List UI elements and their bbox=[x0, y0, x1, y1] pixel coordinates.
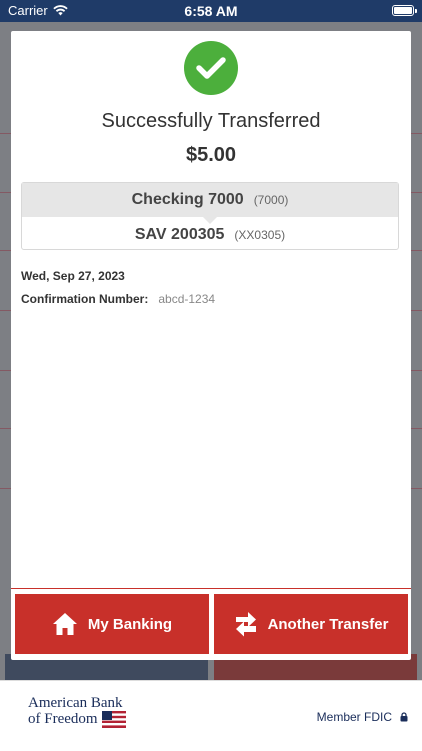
transfer-confirmation-dialog: Successfully Transferred $5.00 Checking … bbox=[11, 31, 411, 660]
transfer-amount: $5.00 bbox=[185, 144, 237, 166]
footer: American Bank of Freedom Member FDIC bbox=[0, 680, 422, 751]
from-account-name: Checking 7000 bbox=[131, 191, 244, 208]
to-account-name: SAV 200305 bbox=[134, 226, 225, 243]
button-divider bbox=[11, 588, 411, 589]
status-time: 6:58 AM bbox=[184, 3, 238, 19]
another-transfer-label: Another Transfer bbox=[267, 615, 389, 633]
my-banking-label: My Banking bbox=[87, 615, 173, 633]
status-bar: Carrier 6:58 AM bbox=[0, 0, 422, 22]
battery-icon bbox=[392, 5, 417, 16]
success-message: Successfully Transferred bbox=[101, 110, 321, 132]
us-flag-icon bbox=[101, 711, 126, 728]
my-banking-button[interactable]: My Banking bbox=[15, 594, 209, 654]
to-account: SAV 200305 (XX0305) bbox=[22, 219, 398, 251]
confirmation-number: abcd-1234 bbox=[158, 292, 216, 306]
confirmation-label: Confirmation Number: bbox=[21, 292, 149, 306]
fdic-notice: Member FDIC bbox=[317, 710, 408, 724]
lock-icon bbox=[400, 712, 408, 722]
home-icon bbox=[52, 613, 77, 635]
fdic-label: Member FDIC bbox=[316, 710, 392, 724]
bank-name-line1: American Bank bbox=[28, 695, 123, 711]
transfer-arrows-icon bbox=[235, 612, 256, 637]
transfer-date: Wed, Sep 27, 2023 bbox=[21, 269, 125, 283]
bank-logo: American Bank of Freedom bbox=[28, 696, 126, 728]
from-account-number: (7000) bbox=[253, 193, 289, 207]
bank-name-line2: of Freedom bbox=[28, 711, 98, 727]
from-account: Checking 7000 (7000) bbox=[22, 183, 398, 224]
another-transfer-button[interactable]: Another Transfer bbox=[214, 594, 408, 654]
to-account-number: (XX0305) bbox=[234, 228, 286, 242]
account-summary: Checking 7000 (7000) SAV 200305 (XX0305) bbox=[21, 182, 399, 250]
success-check-icon bbox=[184, 41, 238, 95]
confirmation-row: Confirmation Number: abcd-1234 bbox=[21, 292, 215, 306]
